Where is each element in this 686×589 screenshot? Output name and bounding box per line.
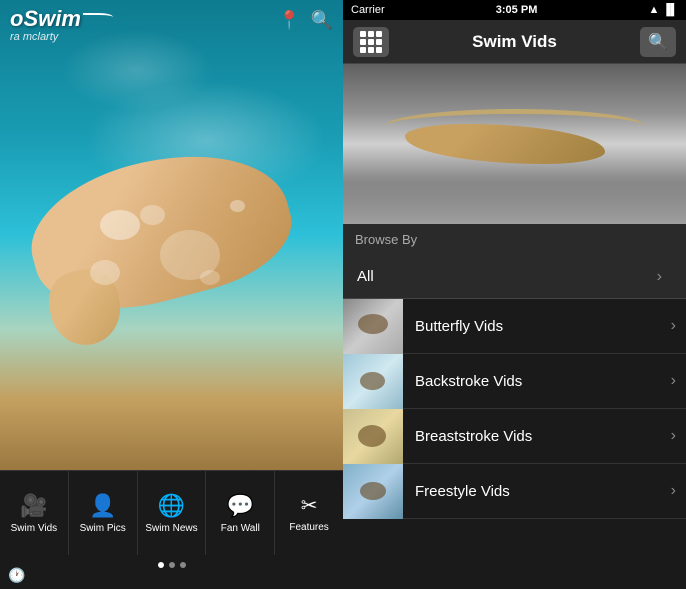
swim-pics-label: Swim Pics xyxy=(80,523,126,534)
app-logo: oSwim ra mclarty xyxy=(10,8,113,43)
carrier-label: Carrier xyxy=(351,4,385,16)
dot-2 xyxy=(169,562,175,568)
tab-swim-vids[interactable]: 🎥 Swim Vids xyxy=(0,471,69,555)
tab-features[interactable]: ✂ Features xyxy=(275,471,343,555)
top-right-icons: 📍 🔍 xyxy=(278,10,333,31)
left-panel: oSwim ra mclarty 📍 🔍 🎥 Swim Vids 👤 Swim … xyxy=(0,0,343,589)
battery-icon: ▐▌ xyxy=(662,4,678,16)
search-icon: 🔍 xyxy=(648,32,668,52)
features-label: Features xyxy=(289,522,328,533)
dot-3 xyxy=(180,562,186,568)
fan-wall-label: Fan Wall xyxy=(221,523,260,534)
chevron-icon: › xyxy=(671,427,686,445)
page-title: Swim Vids xyxy=(472,32,557,52)
status-bar: Carrier 3:05 PM ▲ ▐▌ xyxy=(343,0,686,20)
swim-vids-icon: 🎥 xyxy=(20,493,47,519)
tab-bar: 🎥 Swim Vids 👤 Swim Pics 🌐 Swim News 💬 Fa… xyxy=(0,470,343,589)
app-header: Swim Vids 🔍 xyxy=(343,20,686,64)
freestyle-thumbnail xyxy=(343,464,403,519)
page-dots xyxy=(0,555,343,575)
freestyle-label: Freestyle Vids xyxy=(403,483,671,500)
clock-icon: 🕐 xyxy=(8,567,25,584)
video-hero-thumbnail[interactable] xyxy=(343,64,686,224)
time-display: 3:05 PM xyxy=(496,4,538,16)
backstroke-label: Backstroke Vids xyxy=(403,373,671,390)
backstroke-thumbnail xyxy=(343,354,403,409)
swim-news-icon: 🌐 xyxy=(158,493,185,519)
browse-by-header: Browse By xyxy=(343,224,686,255)
swim-vids-label: Swim Vids xyxy=(11,523,58,534)
bubbles xyxy=(80,200,260,320)
hero-image: oSwim ra mclarty 📍 🔍 xyxy=(0,0,343,470)
swim-pics-icon: 👤 xyxy=(89,493,116,519)
chevron-icon: › xyxy=(671,482,686,500)
tab-swim-pics[interactable]: 👤 Swim Pics xyxy=(69,471,138,555)
browse-item-butterfly[interactable]: Butterfly Vids › xyxy=(343,299,686,354)
fan-wall-icon: 💬 xyxy=(227,493,254,519)
logo-sub-text: ra mclarty xyxy=(10,31,113,43)
logo-swoosh xyxy=(83,13,113,21)
breaststroke-label: Breaststroke Vids xyxy=(403,428,671,445)
browse-by-label: Browse By xyxy=(355,232,417,247)
battery-indicator: ▲ ▐▌ xyxy=(649,4,678,16)
chevron-icon: › xyxy=(657,268,672,286)
wifi-icon: ▲ xyxy=(649,4,660,16)
logo-main-text: oSwim xyxy=(10,8,113,30)
tab-items: 🎥 Swim Vids 👤 Swim Pics 🌐 Swim News 💬 Fa… xyxy=(0,470,343,555)
butterfly-thumbnail xyxy=(343,299,403,354)
chevron-icon: › xyxy=(671,317,686,335)
search-button[interactable]: 🔍 xyxy=(640,27,676,57)
water-splash xyxy=(343,184,686,224)
right-panel: Carrier 3:05 PM ▲ ▐▌ Swim Vids 🔍 B xyxy=(343,0,686,589)
location-icon[interactable]: 📍 xyxy=(278,10,300,31)
browse-list: All › Butterfly Vids › Backstroke Vids ›… xyxy=(343,255,686,589)
butterfly-swimmer xyxy=(385,104,645,184)
browse-item-breaststroke[interactable]: Breaststroke Vids › xyxy=(343,409,686,464)
chevron-icon: › xyxy=(671,372,686,390)
browse-item-freestyle[interactable]: Freestyle Vids › xyxy=(343,464,686,519)
browse-item-backstroke[interactable]: Backstroke Vids › xyxy=(343,354,686,409)
dot-1 xyxy=(158,562,164,568)
features-icon: ✂ xyxy=(301,493,318,518)
swim-news-label: Swim News xyxy=(145,523,197,534)
grid-button[interactable] xyxy=(353,27,389,57)
search-icon[interactable]: 🔍 xyxy=(311,10,333,31)
butterfly-label: Butterfly Vids xyxy=(403,318,671,335)
browse-item-all[interactable]: All › xyxy=(343,255,686,299)
tab-fan-wall[interactable]: 💬 Fan Wall xyxy=(206,471,275,555)
all-label: All xyxy=(357,268,374,285)
grid-icon xyxy=(360,31,382,53)
breaststroke-thumbnail xyxy=(343,409,403,464)
tab-swim-news[interactable]: 🌐 Swim News xyxy=(138,471,207,555)
